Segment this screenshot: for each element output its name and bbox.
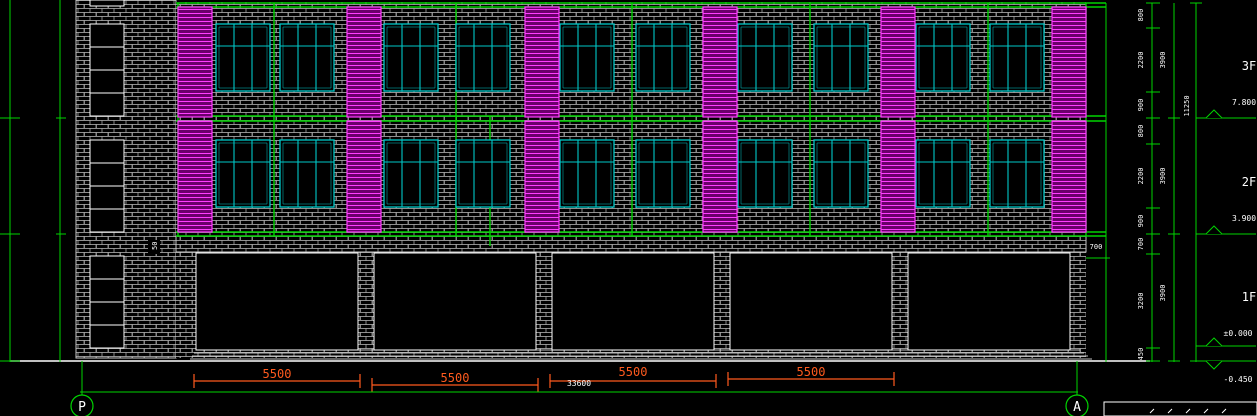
right-dim-text: 900 [1137,99,1145,112]
louver-panel [702,6,738,118]
right-dim-text: 3900 [1159,285,1167,302]
window [915,23,971,92]
elevation-3900: 3.900 [1232,214,1256,223]
shop-openings [195,252,1071,351]
bay-dim-1: 5500 [263,367,292,381]
elevation-0000: ±0.000 [1224,329,1253,338]
window [813,23,869,92]
window [989,139,1045,208]
right-dimension-texts: 800 2200 900 800 2200 900 700 3200 450 3900 3900 39… [1137,9,1191,361]
window [737,139,793,208]
stair-windows [89,0,125,349]
louver-panel [702,120,738,233]
right-dim-text: 2200 [1137,52,1145,69]
right-dim-text: 3900 [1159,52,1167,69]
right-dim-text: 3900 [1159,168,1167,185]
window [455,139,511,208]
window [279,23,335,92]
title-box [1103,401,1257,416]
axis-label-a: A [1073,400,1081,415]
louver-panel [880,6,916,118]
window [383,23,439,92]
window [559,23,615,92]
louver-panel [177,120,213,233]
right-dim-text: 450 [1137,348,1145,361]
louver-panel [1051,120,1087,233]
canopy-note: 700 [1090,243,1103,251]
louver-panel [880,120,916,233]
louver-panel [346,6,382,118]
louver-panel [177,6,213,118]
right-dim-text: 2200 [1137,168,1145,185]
elevation-7800: 7.800 [1232,98,1256,107]
total-width-dim: 33600 [567,379,591,388]
louver-panel [524,6,560,118]
bay-dimension-chain [193,372,895,392]
right-dim-text: 900 [1137,215,1145,228]
window [215,139,271,208]
window [737,23,793,92]
bay-dim-2: 5500 [441,371,470,385]
left-dimension-ticks [0,0,66,362]
axis-label-p: P [78,400,86,415]
window [813,139,869,208]
right-dim-text: 800 [1137,125,1145,138]
canopy-band [175,235,1087,253]
window [559,139,615,208]
elevation-minus-0450: -0.450 [1224,375,1253,384]
window [635,23,691,92]
window [635,139,691,208]
louver-panel [1051,6,1087,118]
window [215,23,271,92]
floor-label-1f: 1F [1242,290,1256,304]
floor-label-2f: 2F [1242,175,1256,189]
window [383,139,439,208]
window [279,139,335,208]
elevation-drawing: P A 5500 5500 5500 5500 33600 50 700 800… [0,0,1257,416]
louver-panel [346,120,382,233]
window [989,23,1045,92]
right-dim-text: 700 [1137,238,1145,251]
window [915,139,971,208]
bay-dim-4: 5500 [797,365,826,379]
overall-height-text: 11250 [1183,95,1191,116]
bay-dim-3: 5500 [619,365,648,379]
slab-note: 50 [151,242,159,250]
louver-panel [524,120,560,233]
floor-label-3f: 3F [1242,59,1256,73]
right-dim-text: 3200 [1137,293,1145,310]
right-dim-text: 800 [1137,9,1145,22]
window [455,23,511,92]
